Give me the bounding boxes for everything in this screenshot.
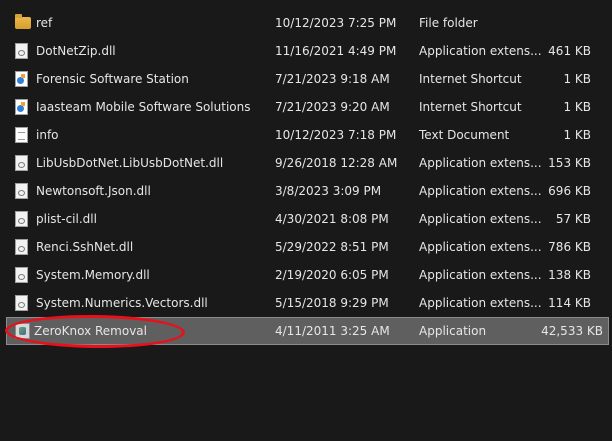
dll-icon	[15, 183, 28, 199]
file-date-modified: 9/26/2018 12:28 AM	[275, 156, 398, 170]
file-row[interactable]: DotNetZip.dll 11/16/2021 4:49 PM Applicati…	[0, 37, 612, 65]
file-type: Application	[419, 324, 487, 338]
file-type: Text Document	[419, 128, 510, 142]
file-name: DotNetZip.dll	[36, 44, 116, 58]
file-size: 1 KB	[563, 72, 591, 86]
file-type: File folder	[419, 16, 478, 30]
file-date-modified: 5/15/2018 9:29 PM	[275, 296, 389, 310]
file-list: ref 10/12/2023 7:25 PM File folder DotNetZi…	[0, 9, 612, 345]
file-date-modified: 10/12/2023 7:18 PM	[275, 128, 397, 142]
file-size: 1 KB	[563, 100, 591, 114]
file-date-modified: 7/21/2023 9:18 AM	[275, 72, 390, 86]
file-name: info	[36, 128, 59, 142]
file-name: Newtonsoft.Json.dll	[36, 184, 151, 198]
file-name: Forensic Software Station	[36, 72, 189, 86]
file-type: Application extens...	[419, 240, 542, 254]
file-type: Application extens...	[419, 184, 542, 198]
file-date-modified: 10/12/2023 7:25 PM	[275, 16, 397, 30]
file-row[interactable]: Newtonsoft.Json.dll 3/8/2023 3:09 PM Appli…	[0, 177, 612, 205]
file-name: LibUsbDotNet.LibUsbDotNet.dll	[36, 156, 224, 170]
file-row[interactable]: System.Memory.dll 2/19/2020 6:05 PM Applic…	[0, 261, 612, 289]
file-type: Application extens...	[419, 296, 542, 310]
file-date-modified: 3/8/2023 3:09 PM	[275, 184, 382, 198]
file-date-modified: 7/21/2023 9:20 AM	[275, 100, 390, 114]
dll-icon	[15, 295, 28, 311]
shortcut-icon	[15, 99, 28, 115]
file-type: Internet Shortcut	[419, 72, 522, 86]
file-size: 42,533 KB	[541, 324, 603, 338]
text-document-icon	[15, 127, 28, 143]
file-type: Application extens...	[419, 44, 542, 58]
file-row[interactable]: plist-cil.dll 4/30/2021 8:08 PM Applicatio…	[0, 205, 612, 233]
file-date-modified: 4/30/2021 8:08 PM	[275, 212, 389, 226]
file-row[interactable]: info 10/12/2023 7:18 PM Text Document 1 KB	[0, 121, 612, 149]
dll-icon	[15, 211, 28, 227]
file-name: System.Memory.dll	[36, 268, 150, 282]
shortcut-icon	[15, 71, 28, 87]
dll-icon	[15, 155, 28, 171]
file-size: 153 KB	[548, 156, 591, 170]
file-row[interactable]: Forensic Software Station 7/21/2023 9:18 …	[0, 65, 612, 93]
file-size: 461 KB	[548, 44, 591, 58]
dll-icon	[15, 43, 28, 59]
application-icon	[15, 323, 30, 339]
file-type: Application extens...	[419, 212, 542, 226]
file-name: plist-cil.dll	[36, 212, 97, 226]
file-date-modified: 11/16/2021 4:49 PM	[275, 44, 397, 58]
file-row[interactable]: System.Numerics.Vectors.dll 5/15/2018 9:2…	[0, 289, 612, 317]
file-name: Iaasteam Mobile Software Solutions	[36, 100, 251, 114]
dll-icon	[15, 239, 28, 255]
file-size: 114 KB	[548, 296, 591, 310]
file-row[interactable]: Renci.SshNet.dll 5/29/2022 8:51 PM Applica…	[0, 233, 612, 261]
file-size: 1 KB	[563, 128, 591, 142]
file-type: Internet Shortcut	[419, 100, 522, 114]
file-row[interactable]: ref 10/12/2023 7:25 PM File folder	[0, 9, 612, 37]
file-size: 696 KB	[548, 184, 591, 198]
file-type: Application extens...	[419, 156, 542, 170]
file-row[interactable]: ZeroKnox Removal 4/11/2011 3:25 AM Applica…	[6, 317, 609, 345]
file-name: System.Numerics.Vectors.dll	[36, 296, 208, 310]
file-name: ZeroKnox Removal	[34, 324, 147, 338]
file-size: 138 KB	[548, 268, 591, 282]
file-date-modified: 2/19/2020 6:05 PM	[275, 268, 389, 282]
file-row[interactable]: LibUsbDotNet.LibUsbDotNet.dll 9/26/2018 1…	[0, 149, 612, 177]
dll-icon	[15, 267, 28, 283]
file-size: 786 KB	[548, 240, 591, 254]
file-name: ref	[36, 16, 53, 30]
file-name: Renci.SshNet.dll	[36, 240, 134, 254]
file-type: Application extens...	[419, 268, 542, 282]
file-size: 57 KB	[555, 212, 591, 226]
file-row[interactable]: Iaasteam Mobile Software Solutions 7/21/2…	[0, 93, 612, 121]
file-date-modified: 4/11/2011 3:25 AM	[275, 324, 390, 338]
file-date-modified: 5/29/2022 8:51 PM	[275, 240, 389, 254]
folder-icon	[15, 14, 31, 29]
